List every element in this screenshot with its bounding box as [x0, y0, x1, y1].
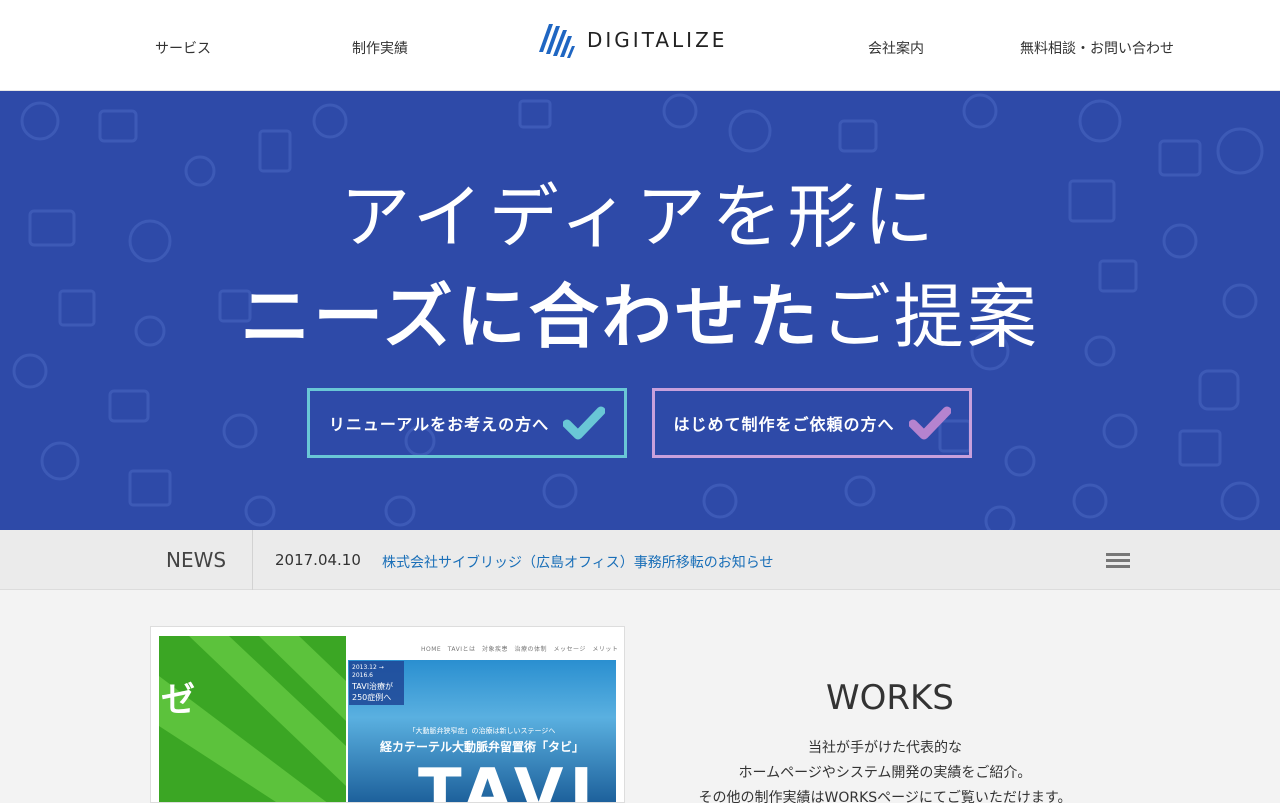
news-date: 2017.04.10	[275, 551, 361, 569]
thumbnail-green-panel: ゼ	[159, 636, 346, 802]
thumbnail-big-text: TAVI	[418, 756, 600, 803]
works-desc-line2: ホームページやシステム開発の実績をご紹介。	[738, 765, 1032, 781]
hero-headline: アイディアを形に	[340, 176, 940, 258]
first-order-cta-button[interactable]: はじめて制作をご依頼の方へ	[652, 388, 972, 458]
logo-text: DIGITALIZE	[587, 28, 728, 52]
thumbnail-nav: HOME TAVIとは 対象疾患 治療の体制 メッセージ メリット Q&A お問	[421, 646, 617, 653]
thumbnail-site-preview: HOME TAVIとは 対象疾患 治療の体制 メッセージ メリット Q&A お問…	[346, 636, 617, 803]
thumbnail-badge: 2013.12 → 2016.6 TAVI治療が 250症例へ	[349, 661, 404, 705]
hero-subheadline: ニーズに合わせたご提案	[0, 261, 1280, 362]
news-bar: NEWS 2017.04.10 株式会社サイブリッジ（広島オフィス）事務所移転の…	[0, 530, 1280, 590]
news-headline-link[interactable]: 株式会社サイブリッジ（広島オフィス）事務所移転のお知らせ	[382, 552, 773, 572]
works-title: WORKS	[826, 678, 954, 718]
thumbnail-caption-main: 経カテーテル大動脈弁留置術「タビ」	[379, 740, 584, 754]
renewal-cta-label: リニューアルをお考えの方へ	[328, 415, 550, 434]
nav-contact-link[interactable]: 無料相談・お問い合わせ	[1020, 38, 1174, 58]
nav-works-link[interactable]: 制作実績	[352, 38, 408, 58]
svg-text:ゼ: ゼ	[161, 680, 195, 720]
thumbnail-caption-small: 「大動脈弁狭窄症」の治療は新しいステージへ	[408, 727, 556, 735]
green-stripes-graphic: ゼ	[159, 636, 346, 802]
site-logo[interactable]: DIGITALIZE	[537, 20, 727, 60]
site-header: サービス 制作実績 DIGITALIZE 会社案内 無料相談・お問い合わせ	[0, 0, 1280, 91]
hero-subheadline-bold: ニーズに合わせた	[240, 276, 821, 358]
works-thumbnail[interactable]: ゼ HOME TAVIとは 対象疾患 治療の体制 メッセージ メリット Q&A …	[150, 626, 625, 803]
check-icon	[563, 406, 606, 440]
renewal-cta-button[interactable]: リニューアルをお考えの方へ	[307, 388, 627, 458]
hero-subheadline-light: ご提案	[820, 276, 1040, 358]
works-description: 当社が手がけた代表的な ホームページやシステム開発の実績をご紹介。 その他の制作…	[640, 736, 1130, 803]
works-desc-line3: その他の制作実績はWORKSページにてご覧いただけます。	[698, 790, 1072, 803]
logo-mark-icon	[539, 24, 575, 58]
thumbnail-photo: 2013.12 → 2016.6 TAVI治療が 250症例へ 「大動脈弁狭窄症…	[348, 660, 616, 803]
news-divider	[252, 530, 253, 590]
works-desc-line1: 当社が手がけた代表的な	[808, 740, 962, 756]
hamburger-menu-icon[interactable]	[1104, 551, 1132, 569]
nav-services-link[interactable]: サービス	[155, 38, 211, 58]
news-label: NEWS	[166, 548, 227, 572]
first-order-cta-label: はじめて制作をご依頼の方へ	[673, 415, 895, 434]
hero-banner: アイディアを形に ニーズに合わせたご提案 リニューアルをお考えの方へ はじめて制…	[0, 91, 1280, 530]
check-icon	[908, 406, 951, 440]
nav-company-link[interactable]: 会社案内	[868, 38, 924, 58]
